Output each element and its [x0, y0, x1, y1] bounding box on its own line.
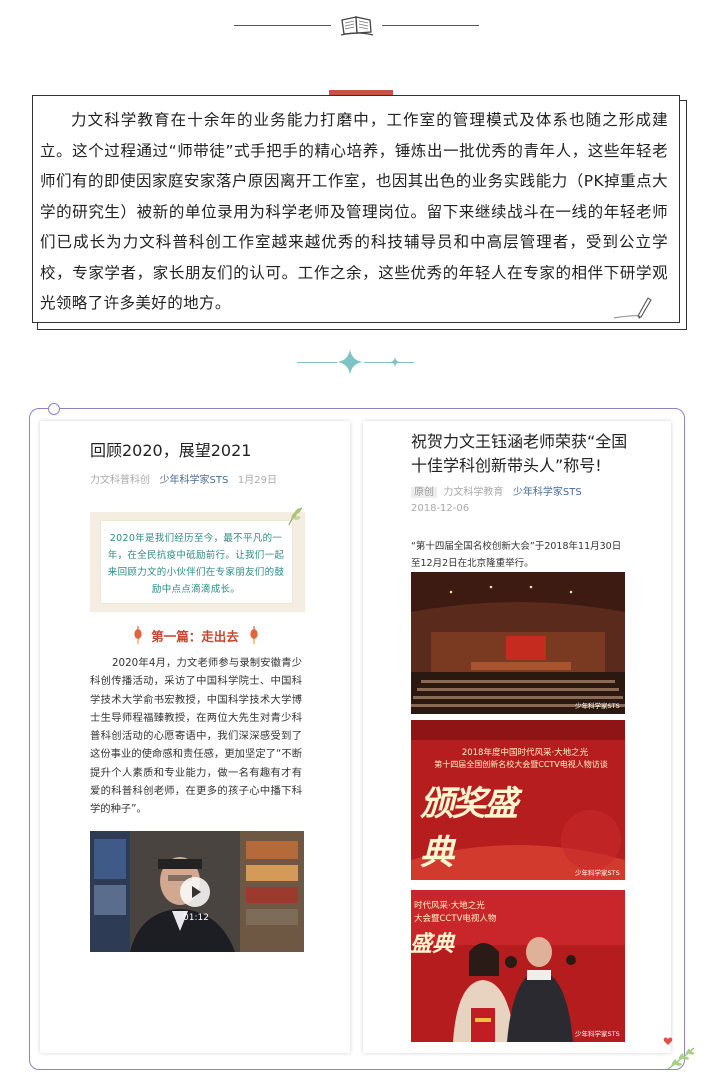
post-body-left: 2020年4月，力文老师参与录制安徽青少科创传播活动，采访了中国科学院士、中国科…: [90, 657, 302, 816]
play-icon: [192, 886, 201, 898]
post-author-right[interactable]: 少年科学家STS: [513, 487, 582, 498]
award-line1: 时代风采·大地之光: [414, 901, 485, 911]
sparkle-line-right: [364, 362, 414, 363]
banner-title: 颁奖盛典: [420, 784, 518, 873]
post-date-left: 1月29日: [237, 475, 277, 486]
post-intro-right: “第十四届全国名校创新大会”于2018年11月30日至12月2日在北京隆重举行。: [411, 541, 622, 569]
post-date-right: 2018-12-06: [411, 503, 470, 514]
award-title: 盛典: [410, 931, 455, 957]
photo-watermark: 少年科学家STS: [575, 702, 620, 710]
quote-text: 2020年是我们经历至今，最不平凡的一年，在全民抗疫中砥励前行。让我们一起来回顾…: [107, 533, 285, 595]
chapter-heading: 第一篇：走出去: [151, 629, 239, 644]
award-line2: 大会暨CCTV电视人物: [414, 914, 497, 924]
play-button[interactable]: [180, 877, 210, 907]
post-source-right: 力文科学教育: [443, 487, 504, 498]
post-title-left[interactable]: 回顾2020，展望2021: [90, 439, 300, 463]
post-meta-left: 力文科普科创 少年科学家STS 1月29日: [90, 471, 277, 486]
leaf-icon: [288, 507, 303, 526]
video-duration: 01:12: [183, 913, 209, 923]
sparkle-icon: [337, 349, 363, 375]
header-divider-right: [382, 25, 479, 26]
frame-corner-dot: [48, 403, 60, 415]
fern-icon: [667, 1047, 695, 1070]
post-author-left[interactable]: 少年科学家STS: [160, 475, 229, 486]
photo-watermark: 少年科学家STS: [575, 1030, 620, 1038]
post-title-right[interactable]: 祝贺力文王钰涵老师荣获“全国十佳学科创新带头人”称号!: [411, 430, 631, 478]
auditorium-scene: [411, 572, 625, 714]
post-source-left: 力文科普科创: [90, 475, 150, 486]
photo-watermark: 少年科学家STS: [575, 869, 620, 877]
lantern-icon: [250, 626, 258, 644]
banner-line2: 第十四届全国创新名校大会暨CCTV电视人物访谈: [434, 760, 608, 769]
header-divider-left: [234, 25, 331, 26]
pencil-icon: [613, 297, 652, 319]
intro-paragraph: 力文科学教育在十余年的业务能力打磨中，工作室的管理模式及体系也随之形成建立。这个…: [40, 111, 668, 312]
sparkle-line-left: [297, 362, 337, 363]
sparkle-small-icon: [390, 357, 400, 367]
post-meta-right: 原创 力文科学教育 少年科学家STS: [411, 483, 582, 498]
photo-auditorium[interactable]: [411, 572, 625, 714]
book-icon: [340, 16, 374, 36]
post-tag-right: 原创: [411, 487, 437, 498]
banner-line1: 2018年度中国时代风采·大地之光: [461, 748, 589, 758]
